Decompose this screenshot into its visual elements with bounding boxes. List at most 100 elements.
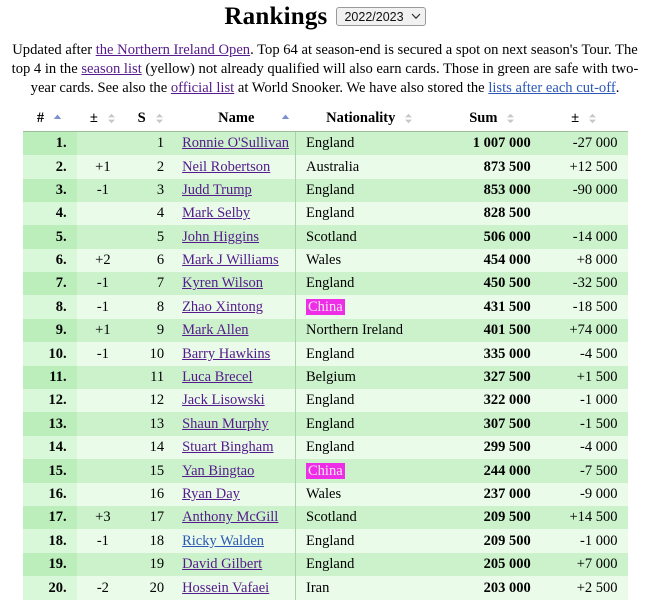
cell-s: 9 [129,318,173,343]
player-link[interactable]: Zhao Xintong [182,299,263,315]
column-header-move[interactable]: ± [76,107,130,132]
cell-name: Hossein Vafaei [172,576,297,600]
cell-diff: -18 500 [540,295,628,319]
column-label-diff: ± [571,109,580,126]
player-link[interactable]: Neil Robertson [182,159,270,175]
cell-nationality: England [295,529,444,553]
link-season-list[interactable]: season list [81,61,141,77]
link-northern-ireland-open[interactable]: the Northern Ireland Open [96,42,250,58]
cell-diff: +1 500 [540,365,628,390]
cell-move: +2 [76,248,130,273]
cell-s: 17 [129,505,173,530]
player-link[interactable]: Yan Bingtao [182,463,254,479]
cell-name: Yan Bingtao [172,459,297,483]
cell-rank: 8. [22,295,77,319]
table-row: 15. 15 Yan Bingtao China 244 000 -7 500 [22,459,628,483]
sort-asc-icon-name[interactable] [281,113,290,124]
column-header-sum[interactable]: Sum [443,107,541,132]
cell-rank: 12. [22,389,77,413]
cell-nationality: China [295,295,444,319]
cell-diff: -27 000 [540,131,628,156]
player-link[interactable]: Luca Brecel [182,369,252,385]
cell-move [76,482,130,506]
player-link[interactable]: Shaun Murphy [182,416,269,432]
cell-sum: 237 000 [443,482,541,506]
cell-sum: 307 500 [443,412,541,436]
page-header: Rankings 2022/2023 Updated after the Nor… [0,0,650,99]
column-header-nationality[interactable]: Nationality [295,107,444,132]
player-link[interactable]: Ronnie O'Sullivan [182,135,289,151]
cell-diff: +7 000 [540,552,628,577]
cell-nationality: England [295,552,444,577]
table-row: 18. -1 18 Ricky Walden England 209 500 -1 000 [22,529,628,553]
sort-none-icon-move[interactable] [107,113,116,124]
cell-move [76,201,130,226]
cell-sum: 873 500 [443,155,541,179]
cell-move: -1 [76,529,130,553]
player-link[interactable]: David Gilbert [182,556,262,572]
player-link[interactable]: Mark J Williams [182,252,279,268]
cell-move [76,435,130,460]
cell-name: John Higgins [172,225,297,249]
cell-s: 18 [129,529,173,553]
cell-move [76,131,130,156]
cell-s: 7 [129,272,173,296]
cell-nationality: England [295,201,444,226]
cell-move [76,552,130,577]
player-link[interactable]: Stuart Bingham [182,439,273,455]
player-link[interactable]: Anthony McGill [182,509,278,525]
cell-sum: 1 007 000 [443,131,541,156]
cell-diff: -9 000 [540,482,628,506]
player-link[interactable]: Kyren Wilson [182,275,263,291]
cell-nationality: England [295,342,444,366]
cell-rank: 15. [22,459,77,483]
column-header-name[interactable]: Name [172,107,296,132]
sort-none-icon-s[interactable] [155,113,164,124]
link-official-list[interactable]: official list [171,80,234,96]
cell-rank: 10. [22,342,77,366]
cell-nationality: China [295,459,444,483]
sort-none-icon-diff[interactable] [588,113,597,124]
cell-diff: +14 500 [540,505,628,530]
table-row: 1. 1 Ronnie O'Sullivan England 1 007 000 -27 … [22,131,628,156]
cell-sum: 203 000 [443,576,541,600]
cell-sum: 209 500 [443,505,541,530]
cell-name: Ronnie O'Sullivan [172,131,297,156]
cell-s: 20 [129,576,173,600]
player-link[interactable]: Mark Allen [182,322,248,338]
link-lists-after-each-cutoff[interactable]: lists after each cut-off [488,80,615,96]
player-link[interactable]: Jack Lisowski [182,392,265,408]
column-header-rank[interactable]: # [22,107,77,132]
cell-move: +3 [76,505,130,530]
player-link[interactable]: Hossein Vafaei [182,580,269,596]
cell-rank: 20. [22,576,77,600]
column-label-rank: # [36,109,45,126]
cell-sum: 244 000 [443,459,541,483]
table-row: 14. 14 Stuart Bingham England 299 500 -4 000 [22,435,628,460]
sort-none-icon-nationality[interactable] [404,113,413,124]
cell-move: +1 [76,318,130,343]
column-label-move: ± [89,109,98,126]
column-header-diff[interactable]: ± [540,107,628,132]
cell-nationality: Scotland [295,225,444,249]
player-link[interactable]: Barry Hawkins [182,346,270,362]
cell-nationality: England [295,272,444,296]
cell-diff: -7 500 [540,459,628,483]
table-row: 6. +2 6 Mark J Williams Wales 454 000 +8 000 [22,248,628,273]
column-header-s[interactable]: S [129,107,173,132]
player-link[interactable]: Judd Trump [182,182,252,198]
chevron-down-icon [411,11,420,20]
player-link[interactable]: Ricky Walden [182,533,264,549]
sort-none-icon-sum[interactable] [506,113,515,124]
season-select[interactable]: 2022/2023 [336,7,426,27]
rankings-table: # ± S Name Nationality Sum ± 1. 1 Ronnie… [22,107,628,600]
cell-name: Mark Allen [172,318,297,343]
cell-nationality: England [295,435,444,460]
table-row: 12. 12 Jack Lisowski England 322 000 -1 000 [22,389,628,413]
player-link[interactable]: John Higgins [182,229,259,245]
cell-name: Mark J Williams [172,248,297,273]
cell-sum: 431 500 [443,295,541,319]
sort-asc-icon-rank[interactable] [53,113,62,124]
player-link[interactable]: Mark Selby [182,205,250,221]
player-link[interactable]: Ryan Day [182,486,240,502]
